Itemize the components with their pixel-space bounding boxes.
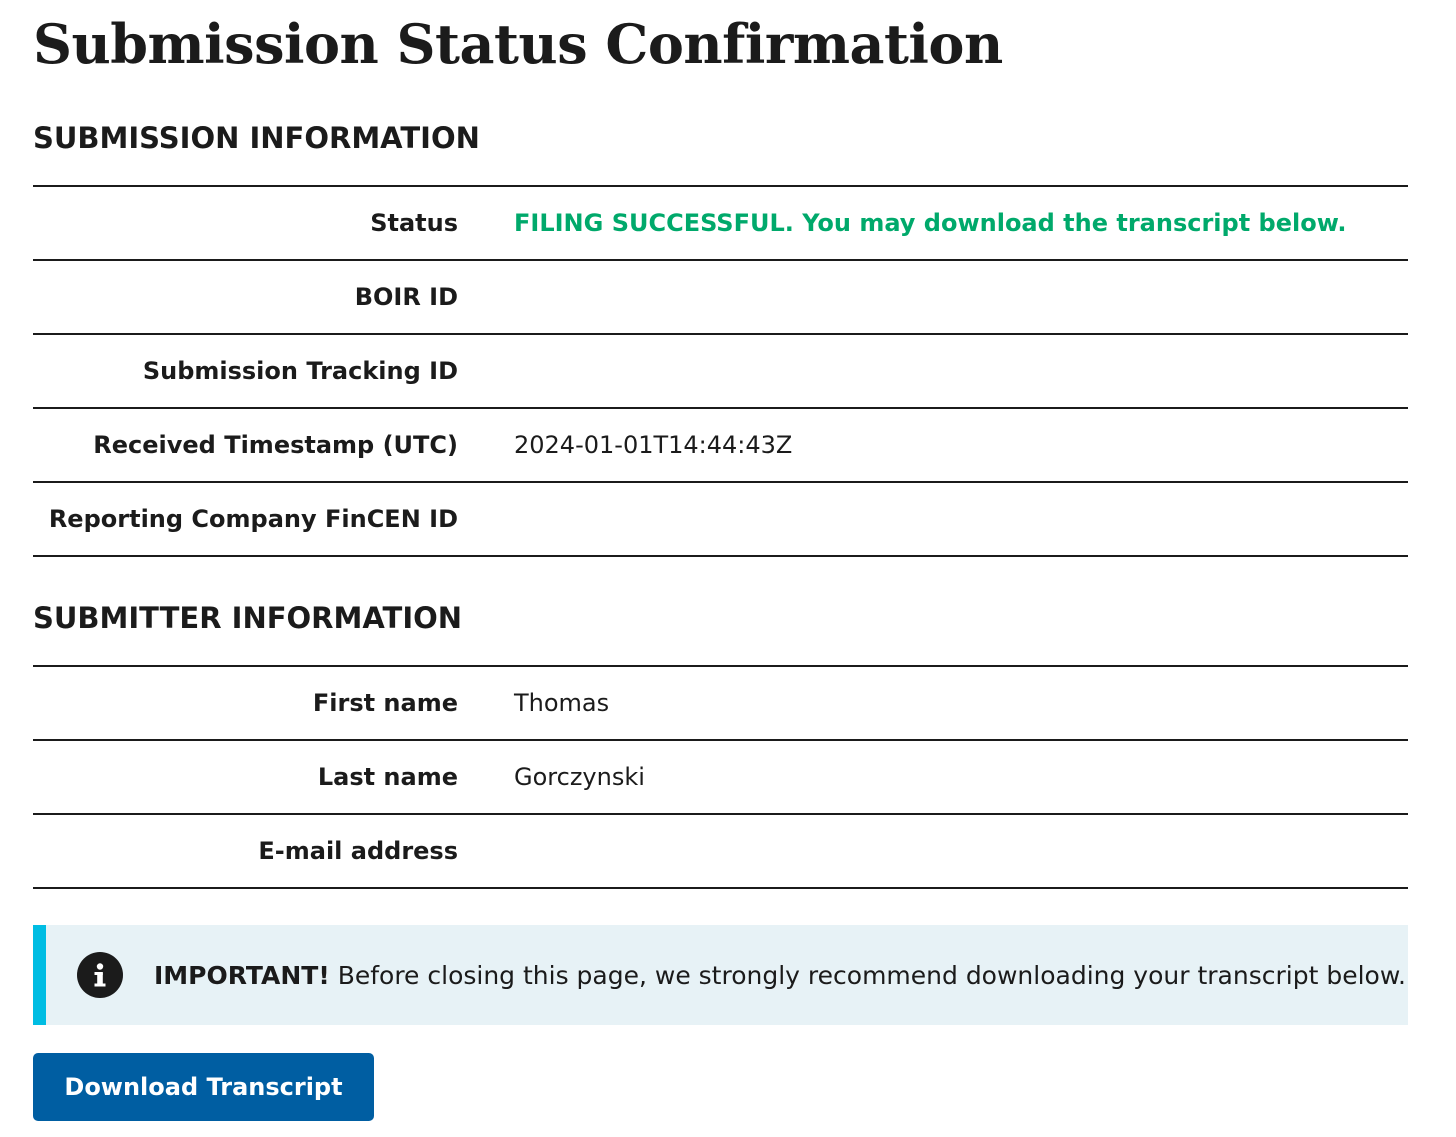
boir-id-label: BOIR ID [354,283,458,311]
important-alert: IMPORTANT! Before closing this page, we … [33,925,1408,1025]
last-name-value: Gorczynski [514,763,645,791]
reporting-company-fincen-id-label: Reporting Company FinCEN ID [48,505,458,533]
table-row: First name Thomas [33,667,1408,741]
info-icon [77,952,123,998]
first-name-label: First name [312,689,458,717]
last-name-label: Last name [317,763,458,791]
table-row: Last name Gorczynski [33,741,1408,815]
received-timestamp-label: Received Timestamp (UTC) [93,431,458,459]
table-row: Received Timestamp (UTC) 2024-01-01T14:4… [33,409,1408,483]
submission-information-table: Status FILING SUCCESSFUL. You may downlo… [33,185,1408,557]
submission-tracking-id-label: Submission Tracking ID [142,357,458,385]
table-row: Status FILING SUCCESSFUL. You may downlo… [33,187,1408,261]
page-title: Submission Status Confirmation [33,12,1003,76]
status-label: Status [370,209,458,237]
submission-information-heading: SUBMISSION INFORMATION [33,121,480,155]
download-transcript-button[interactable]: Download Transcript [33,1053,374,1121]
table-row: E-mail address [33,815,1408,889]
submitter-information-heading: SUBMITTER INFORMATION [33,601,463,635]
status-value: FILING SUCCESSFUL. You may download the … [514,209,1347,237]
table-row: Reporting Company FinCEN ID [33,483,1408,557]
alert-message: Before closing this page, we strongly re… [337,960,1406,990]
table-row: BOIR ID [33,261,1408,335]
received-timestamp-value: 2024-01-01T14:44:43Z [514,431,793,459]
alert-text: IMPORTANT! Before closing this page, we … [154,961,1406,990]
first-name-value: Thomas [514,689,610,717]
alert-strong-label: IMPORTANT! [154,960,330,990]
email-address-label: E-mail address [258,837,458,865]
table-row: Submission Tracking ID [33,335,1408,409]
submitter-information-table: First name Thomas Last name Gorczynski E… [33,665,1408,889]
